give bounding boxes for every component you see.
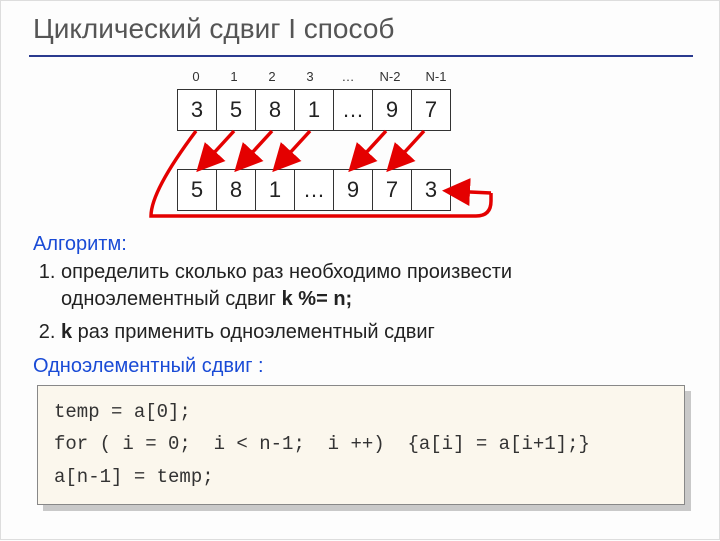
cell: … [334, 90, 373, 130]
array-after: 5 8 1 … 9 7 3 [177, 169, 451, 211]
code-content: temp = a[0]; for ( i = 0; i < n-1; i ++)… [37, 385, 685, 505]
algorithm-body: определить сколько раз необходимо произв… [33, 259, 673, 352]
cell: 7 [373, 170, 412, 210]
keyword: k %= n; [282, 288, 353, 310]
single-shift-label: Одноэлементный сдвиг : [33, 353, 264, 380]
keyword: k [61, 321, 72, 343]
page-title: Циклический сдвиг I способ [33, 13, 394, 45]
algorithm-label: Алгоритм: [33, 231, 127, 258]
cell: 8 [256, 90, 295, 130]
index-label: 2 [253, 69, 291, 84]
cell: 1 [295, 90, 334, 130]
index-label: … [329, 69, 367, 84]
cell: 1 [256, 170, 295, 210]
text: раз применить одноэлементный сдвиг [72, 321, 435, 343]
algorithm-step-2: k раз применить одноэлементный сдвиг [61, 319, 673, 346]
cell: 5 [178, 170, 217, 210]
cell: … [295, 170, 334, 210]
index-label: 1 [215, 69, 253, 84]
index-label: 3 [291, 69, 329, 84]
index-label: N-1 [413, 69, 459, 84]
index-label: N-2 [367, 69, 413, 84]
code-line: for ( i = 0; i < n-1; i ++) {a[i] = a[i+… [54, 433, 590, 455]
cell: 5 [217, 90, 256, 130]
code-line: temp = a[0]; [54, 401, 191, 423]
cell: 3 [178, 90, 217, 130]
array-before: 3 5 8 1 … 9 7 [177, 89, 451, 131]
cell: 3 [412, 170, 450, 210]
index-label: 0 [177, 69, 215, 84]
code-block: temp = a[0]; for ( i = 0; i < n-1; i ++)… [37, 385, 685, 505]
code-line: a[n-1] = temp; [54, 466, 214, 488]
index-row: 0 1 2 3 … N-2 N-1 [177, 69, 459, 84]
title-rule [29, 55, 693, 57]
cell: 9 [334, 170, 373, 210]
cell: 9 [373, 90, 412, 130]
algorithm-step-1: определить сколько раз необходимо произв… [61, 259, 673, 313]
cell: 8 [217, 170, 256, 210]
cell: 7 [412, 90, 450, 130]
